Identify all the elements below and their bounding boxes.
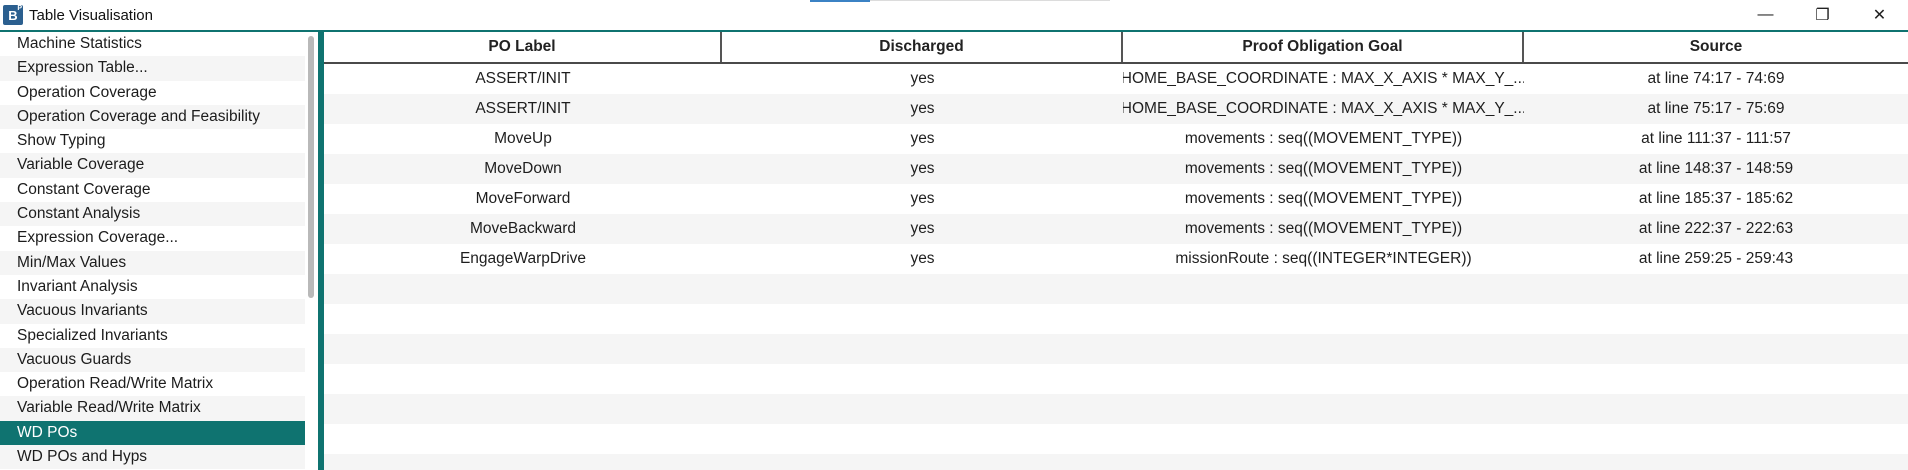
table-row[interactable]: ASSERT/INIT yes HOME_BASE_COORDINATE : MAX…: [324, 64, 1908, 94]
table-cell: yes: [910, 100, 935, 117]
table-cell: at line 75:17 - 75:69: [1647, 100, 1785, 117]
sidebar-item[interactable]: Operation Read/Write Matrix: [0, 372, 305, 396]
sidebar-item[interactable]: WD POs: [0, 420, 305, 446]
table-cell: yes: [910, 70, 935, 87]
table-header: PO Label Discharged Proof Obligation Goal S…: [324, 32, 1908, 64]
sidebar-item[interactable]: Show Typing: [0, 129, 305, 153]
column-header[interactable]: PO Label: [324, 32, 722, 62]
sidebar-item[interactable]: Constant Coverage: [0, 178, 305, 202]
sidebar-item[interactable]: Constant Analysis: [0, 202, 305, 227]
table-cell: missionRoute : seq((INTEGER*INTEGER)): [1175, 250, 1472, 267]
sidebar-item[interactable]: Machine Statistics: [0, 32, 305, 56]
window-controls: — ❐ ✕: [1737, 0, 1908, 30]
sidebar-item[interactable]: Variable Coverage: [0, 153, 305, 178]
table-cell: ASSERT/INIT: [475, 70, 571, 87]
sidebar-item[interactable]: Min/Max Values: [0, 250, 305, 275]
window-title: Table Visualisation: [29, 6, 153, 24]
empty-table-row: [324, 394, 1908, 424]
table-cell: movements : seq((MOVEMENT_TYPE)): [1184, 130, 1463, 147]
table-cell: MoveForward: [475, 190, 571, 207]
table-cell: movements : seq((MOVEMENT_TYPE)): [1184, 160, 1463, 177]
table-row[interactable]: MoveUp yes movements : seq((MOVEMENT_TYPE)…: [324, 124, 1908, 154]
empty-table-row: [324, 424, 1908, 454]
empty-table-row: [324, 304, 1908, 334]
sidebar-item[interactable]: Expression Table...: [0, 56, 305, 81]
table-cell: ASSERT/INIT: [475, 100, 571, 117]
table-cell: yes: [910, 250, 935, 267]
column-header[interactable]: Discharged: [722, 32, 1123, 62]
sidebar-item[interactable]: Expression Coverage...: [0, 226, 305, 250]
table-cell: at line 74:17 - 74:69: [1647, 70, 1785, 87]
app-logo-icon: BP: [3, 5, 23, 25]
visualisation-list[interactable]: Machine Statistics Expression Table... Ope…: [0, 32, 314, 470]
sidebar-item[interactable]: Variable Read/Write Matrix: [0, 396, 305, 421]
empty-table-row: [324, 364, 1908, 394]
table-cell: EngageWarpDrive: [459, 250, 587, 267]
table-row[interactable]: MoveDown yes movements : seq((MOVEMENT_TYP…: [324, 154, 1908, 184]
sidebar-item[interactable]: Vacuous Invariants: [0, 299, 305, 324]
table-cell: yes: [910, 220, 935, 237]
table-row[interactable]: EngageWarpDrive yes missionRoute : seq((IN…: [324, 244, 1908, 274]
table-row[interactable]: MoveBackward yes movements : seq((MOVEMENT…: [324, 214, 1908, 244]
title-accent-bar: [810, 0, 870, 2]
title-accent-line: [870, 0, 1110, 1]
table-body: ASSERT/INIT yes HOME_BASE_COORDINATE : MAX…: [324, 64, 1908, 470]
table-cell: yes: [910, 130, 935, 147]
sidebar-item[interactable]: Invariant Analysis: [0, 275, 305, 299]
minimize-button[interactable]: —: [1737, 0, 1794, 30]
close-button[interactable]: ✕: [1851, 0, 1908, 30]
sidebar-scrollbar[interactable]: [308, 36, 314, 298]
table-cell: MoveUp: [494, 130, 552, 147]
empty-table-row: [324, 274, 1908, 304]
sidebar-item[interactable]: WD POs and Hyps: [0, 445, 305, 470]
table-row[interactable]: MoveForward yes movements : seq((MOVEMENT_…: [324, 184, 1908, 214]
sidebar-item[interactable]: Operation Coverage: [0, 81, 305, 105]
table-cell: at line 148:37 - 148:59: [1638, 160, 1794, 177]
sidebar-item[interactable]: Operation Coverage and Feasibility: [0, 104, 305, 130]
table-cell: at line 111:37 - 111:57: [1641, 130, 1791, 147]
table-cell: MoveBackward: [470, 220, 576, 237]
table-cell: MoveDown: [484, 160, 562, 177]
empty-table-row: [324, 454, 1908, 470]
table-cell: movements : seq((MOVEMENT_TYPE)): [1184, 190, 1463, 207]
table-cell: HOME_BASE_COORDINATE : MAX_X_AXIS * MAX_…: [1123, 70, 1524, 87]
table-cell: yes: [910, 190, 935, 207]
sidebar-item[interactable]: Specialized Invariants: [0, 324, 305, 348]
title-bar: BP Table Visualisation — ❐ ✕: [0, 0, 1908, 30]
column-header[interactable]: Source: [1524, 32, 1908, 62]
table-cell: at line 185:37 - 185:62: [1638, 190, 1794, 207]
table-cell: at line 259:25 - 259:43: [1638, 250, 1794, 267]
restore-button[interactable]: ❐: [1794, 0, 1851, 30]
table-cell: movements : seq((MOVEMENT_TYPE)): [1184, 220, 1463, 237]
table-cell: HOME_BASE_COORDINATE : MAX_X_AXIS * MAX_…: [1123, 100, 1524, 117]
column-header[interactable]: Proof Obligation Goal: [1123, 32, 1524, 62]
table-cell: yes: [910, 160, 935, 177]
table-row[interactable]: ASSERT/INIT yes HOME_BASE_COORDINATE : MAX…: [324, 94, 1908, 124]
sidebar-item[interactable]: Vacuous Guards: [0, 347, 305, 373]
empty-table-row: [324, 334, 1908, 364]
po-table: PO Label Discharged Proof Obligation Goal S…: [324, 32, 1908, 470]
table-cell: at line 222:37 - 222:63: [1638, 220, 1794, 237]
